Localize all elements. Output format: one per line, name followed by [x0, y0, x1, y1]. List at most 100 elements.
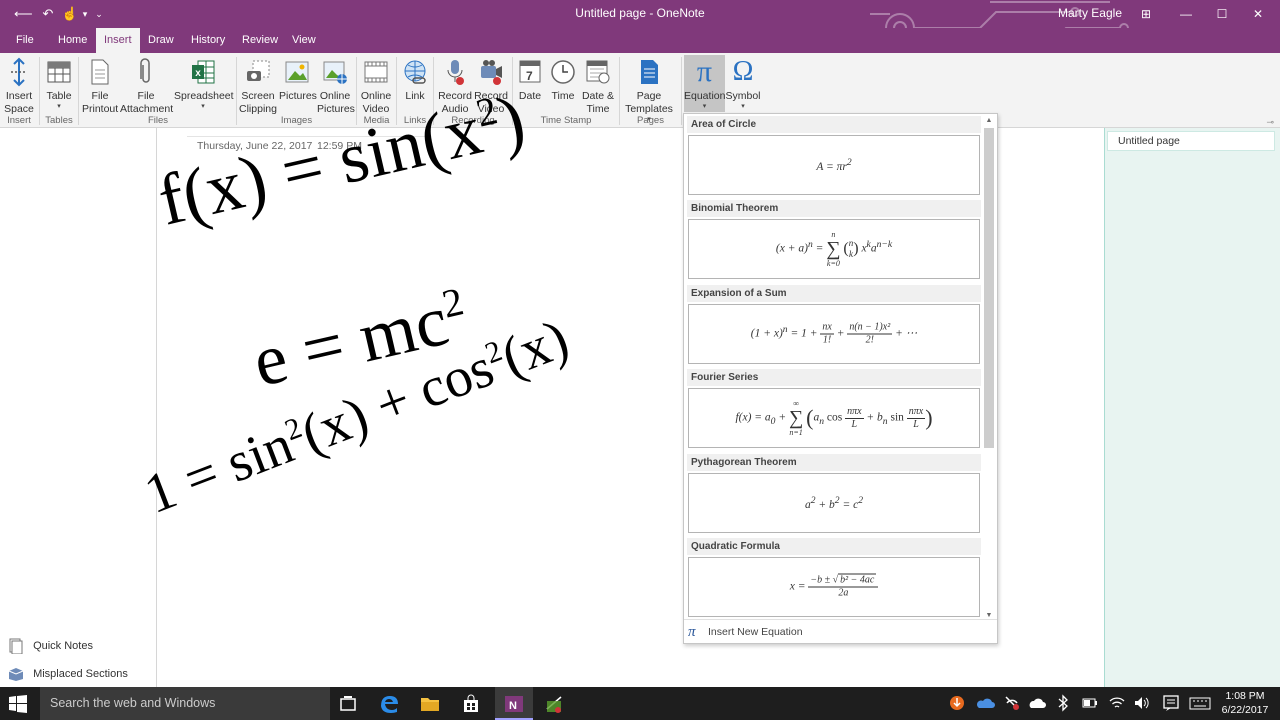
- radicand: b² − 4ac: [838, 573, 877, 586]
- gallery-item-binomial-theorem[interactable]: (x + a)n = n ∑ k=0 (n k) xkan−k: [688, 219, 980, 279]
- network-disabled-icon[interactable]: [1003, 694, 1021, 712]
- fraction-denominator: 2!: [865, 334, 874, 346]
- quick-notes-item[interactable]: Quick Notes: [8, 638, 93, 654]
- gallery-item-pythagorean-theorem[interactable]: a2 + b2 = c2: [688, 473, 980, 533]
- file-printout-icon: [91, 59, 109, 85]
- page-list-item[interactable]: Untitled page: [1107, 131, 1275, 151]
- gallery-item-expansion-of-a-sum[interactable]: (1 + x)n = 1 + nx 1! + n(n − 1)x² 2! + ⋯: [688, 304, 980, 364]
- gallery-item-area-of-circle[interactable]: A = πr2: [688, 135, 980, 195]
- tab-review[interactable]: Review: [234, 28, 286, 53]
- online-pictures-button[interactable]: Online Pictures: [317, 57, 355, 116]
- close-button[interactable]: ✕: [1240, 0, 1276, 28]
- link-button[interactable]: Link: [400, 57, 430, 103]
- fraction: n(n − 1)x² 2!: [847, 322, 893, 347]
- gallery-scrollbar[interactable]: ▲ ▼: [983, 116, 995, 621]
- tab-history[interactable]: History: [183, 28, 233, 53]
- onedrive-icon[interactable]: [975, 694, 995, 712]
- page-templates-button[interactable]: Page Templates ▾: [621, 57, 677, 123]
- action-center-icon[interactable]: [1162, 694, 1180, 712]
- file-printout-button[interactable]: File Printout: [82, 57, 118, 116]
- page-templates-icon: [641, 60, 658, 84]
- pin-icon[interactable]: ⊸: [1266, 117, 1274, 128]
- insert-new-equation-button[interactable]: π Insert New Equation: [684, 619, 997, 643]
- omega-icon: Ω: [732, 56, 754, 87]
- store-icon[interactable]: [460, 693, 482, 715]
- misplaced-sections-label: Misplaced Sections: [33, 667, 128, 680]
- task-view-icon[interactable]: [337, 693, 359, 715]
- cloud-icon[interactable]: [1027, 694, 1047, 712]
- edge-browser-icon[interactable]: [378, 693, 400, 715]
- date-time-button[interactable]: Date & Time: [580, 57, 616, 116]
- page-list-pane: ⊸ Untitled page: [1104, 117, 1280, 687]
- table-icon: [47, 61, 71, 83]
- ribbon-display-options-icon[interactable]: ⊞: [1128, 0, 1164, 28]
- gallery-heading-binomial-theorem: Binomial Theorem: [687, 200, 981, 217]
- gallery-item-fourier-series[interactable]: f(x) = a0 + ∞ ∑ n=1 (an cos nπx L + bn sin …: [688, 388, 980, 448]
- sigma-symbol: ∑: [788, 407, 804, 429]
- fraction: nx 1!: [820, 322, 834, 347]
- taskbar-clock[interactable]: 1:08 PM 6/22/2017: [1216, 689, 1274, 717]
- tab-file[interactable]: File: [8, 28, 42, 53]
- formula-text: (x + a): [775, 242, 808, 255]
- volume-icon[interactable]: [1133, 694, 1151, 712]
- spreadsheet-button[interactable]: x Spreadsheet ▾: [174, 57, 234, 110]
- pictures-label: Pictures: [279, 90, 317, 102]
- snipping-tool-icon[interactable]: [543, 693, 565, 715]
- date-label: Date: [518, 90, 542, 102]
- formula-text: cos: [823, 411, 846, 424]
- misplaced-sections-item[interactable]: Misplaced Sections: [8, 666, 128, 682]
- formula-expansion-of-a-sum: (1 + x)n = 1 + nx 1! + n(n − 1)x² 2! + ⋯: [689, 322, 979, 347]
- screen-clipping-label: Screen Clipping: [239, 90, 277, 115]
- scrollbar-thumb[interactable]: [984, 128, 994, 448]
- bluetooth-icon[interactable]: [1056, 694, 1070, 712]
- online-pictures-icon: [323, 61, 347, 84]
- equation-button[interactable]: π Equation ▾: [684, 55, 726, 111]
- gallery-heading-pythagorean-theorem: Pythagorean Theorem: [687, 454, 981, 471]
- file-attachment-button[interactable]: File Attachment: [120, 57, 173, 116]
- customize-qat-icon[interactable]: ⌄: [90, 5, 108, 23]
- sum-lower: k=0: [826, 259, 840, 268]
- equation-label: Equation: [684, 90, 726, 102]
- onenote-icon: N: [505, 696, 523, 712]
- onenote-taskbar-button[interactable]: N: [495, 687, 533, 720]
- update-icon[interactable]: [948, 694, 966, 712]
- pi-icon: π: [696, 55, 713, 88]
- time-button[interactable]: Time: [548, 57, 578, 103]
- minimize-button[interactable]: —: [1168, 0, 1204, 28]
- screen-clipping-button[interactable]: Screen Clipping: [239, 57, 277, 116]
- misplaced-sections-icon: [8, 668, 24, 681]
- taskbar-search-box[interactable]: Search the web and Windows: [40, 687, 330, 720]
- fraction: −b ± √ b² − 4ac 2a: [808, 573, 879, 600]
- pictures-button[interactable]: Pictures: [279, 57, 317, 103]
- symbol-button[interactable]: Ω Symbol ▾: [725, 56, 761, 111]
- tab-home[interactable]: Home: [50, 28, 95, 53]
- battery-icon[interactable]: [1081, 694, 1099, 712]
- tab-view[interactable]: View: [284, 28, 324, 53]
- fraction-numerator: −b ± √ b² − 4ac: [808, 573, 879, 588]
- table-button[interactable]: Table ▾: [44, 57, 74, 110]
- tab-draw[interactable]: Draw: [140, 28, 182, 53]
- windows-start-icon[interactable]: [9, 695, 27, 713]
- maximize-button[interactable]: ☐: [1204, 0, 1240, 28]
- screen-clipping-icon: [247, 60, 270, 81]
- wifi-icon[interactable]: [1108, 694, 1126, 712]
- keyboard-icon[interactable]: [1189, 694, 1211, 712]
- scroll-up-icon[interactable]: ▲: [983, 116, 995, 126]
- clock-time: 1:08 PM: [1225, 690, 1265, 702]
- gallery-item-quadratic-formula[interactable]: x = −b ± √ b² − 4ac 2a: [688, 557, 980, 617]
- file-explorer-icon[interactable]: [419, 693, 441, 715]
- formula-exponent: 2: [846, 157, 852, 169]
- back-icon[interactable]: ⟵: [14, 5, 33, 23]
- user-name[interactable]: Marty Eagle: [1058, 6, 1122, 20]
- formula-exponent: n−k: [876, 238, 893, 250]
- group-label-insert: Insert: [7, 115, 31, 126]
- chevron-down-icon: ▾: [702, 103, 707, 110]
- ribbon-tabs: File Home Insert Draw History Review Vie…: [0, 28, 1280, 53]
- onenote-window: ⟵ ↶ ☝ ▾ ⌄ Untitled page - OneNote Marty …: [0, 0, 1280, 720]
- insert-space-button[interactable]: Insert Space: [4, 57, 34, 116]
- undo-icon[interactable]: ↶: [39, 5, 57, 23]
- tab-insert[interactable]: Insert: [96, 28, 140, 53]
- fraction: nπx L: [845, 406, 864, 431]
- formula-text: A = πr: [816, 160, 847, 173]
- fraction: nπx L: [906, 406, 926, 431]
